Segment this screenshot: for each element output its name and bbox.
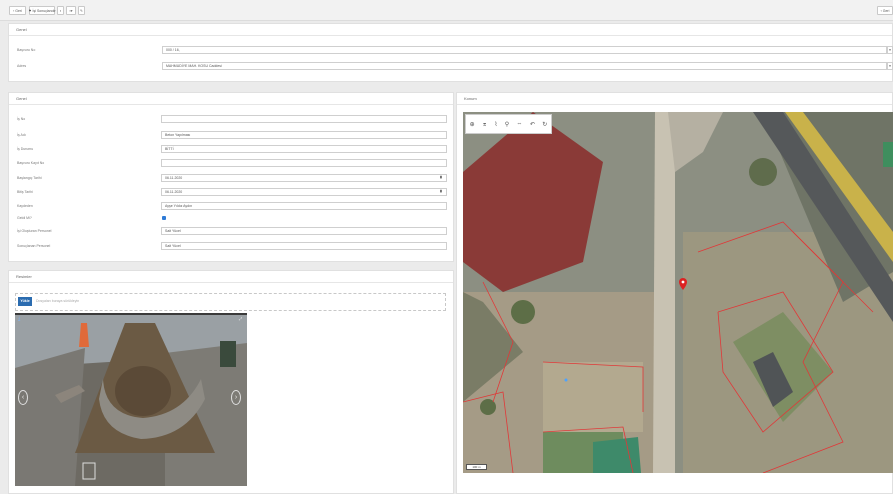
application-no-field[interactable]: 000 / 16, xyxy=(162,46,887,54)
fullscreen-icon[interactable]: ⤢ xyxy=(239,316,242,321)
calendar-icon[interactable]: ▮ xyxy=(440,175,442,179)
measure-icon[interactable]: ⌆ xyxy=(482,121,487,128)
ruler-icon[interactable]: ⇔ xyxy=(517,121,523,127)
created-by-select[interactable]: Ayşe Yıldız Aydın xyxy=(161,202,447,210)
layers-icon[interactable]: ⊕ xyxy=(470,121,475,128)
created-by-label: Kaydeden xyxy=(17,204,33,208)
print-icon: ▪▾ xyxy=(69,8,73,13)
creator-staff-field[interactable]: Sait Yücel xyxy=(161,227,447,235)
edit-button[interactable]: ✎ xyxy=(78,6,85,15)
back-button[interactable]: ‹ Geri xyxy=(9,6,26,15)
save-button[interactable]: ▪ xyxy=(57,6,64,15)
pin-icon[interactable]: ⚲ xyxy=(505,121,509,128)
flag-icon: ⚑ xyxy=(28,8,32,13)
end-date-field[interactable]: 06.11.2020 xyxy=(161,188,447,196)
download-icon[interactable]: ⤓ xyxy=(18,316,20,322)
pencil-icon: ✎ xyxy=(80,8,83,13)
map-view[interactable] xyxy=(463,112,893,473)
closing-staff-label: Sonuçlanan Personel xyxy=(17,244,51,248)
satellite-map xyxy=(463,112,893,473)
start-date-label: Başlangıç Tarihi xyxy=(17,176,42,180)
upload-button[interactable]: Yükle xyxy=(18,297,32,306)
calendar-icon[interactable]: ▮ xyxy=(440,189,442,193)
job-name-label: İş Adı xyxy=(17,133,26,137)
closing-staff-field[interactable]: Sait Yücel xyxy=(161,242,447,250)
undo-icon[interactable]: ↶ xyxy=(530,121,535,128)
print-button[interactable]: ▪▾ xyxy=(66,6,76,15)
status-button[interactable]: ⚑ İşi Sonuçlandır xyxy=(28,6,56,15)
application-no-label: Başvuru No xyxy=(17,48,36,52)
refresh-icon[interactable]: ↻ xyxy=(542,121,547,128)
address-dropdown[interactable]: ▾ xyxy=(887,62,893,70)
job-status-select[interactable]: BİTTİ xyxy=(161,145,447,153)
job-no-label: İş No xyxy=(17,117,26,121)
panel-title: Resimler xyxy=(9,271,453,283)
save-icon: ▪ xyxy=(59,8,62,13)
arrived-checkbox[interactable] xyxy=(162,216,166,220)
panel-title: Genel xyxy=(9,24,892,36)
photo-gallery: ‹ › ⤓ ⤢ xyxy=(15,313,247,486)
end-date-label: Bitiş Tarihi xyxy=(17,190,33,194)
upload-hint: Dosyaları buraya sürükleyin xyxy=(36,299,80,303)
next-arrow-icon[interactable]: › xyxy=(231,390,241,405)
address-field[interactable]: MAHMUDİYE MAH. KOSU Caddesi xyxy=(162,62,887,70)
back-arrow-icon: ‹ xyxy=(13,8,15,13)
map-toolbar: ⊕ ⌆ ⌇ ⚲ ⇔ ↶ ↻ xyxy=(465,114,552,134)
prev-arrow-icon[interactable]: ‹ xyxy=(18,390,28,405)
job-name-field[interactable]: Beton Yapılması xyxy=(161,131,447,139)
upload-dropzone[interactable]: Yükle Dosyaları buraya sürükleyin xyxy=(15,293,446,311)
address-label: Adres xyxy=(17,64,27,68)
job-status-label: İş Durumu xyxy=(17,147,34,151)
record-no-label: Başvuru Kayıt No xyxy=(17,161,45,165)
site-photo xyxy=(15,313,247,486)
panel-title: Genel xyxy=(9,93,453,105)
application-no-dropdown[interactable]: ▾ xyxy=(887,46,893,54)
record-no-select[interactable] xyxy=(161,159,447,167)
panel-title: Konum xyxy=(457,93,892,105)
area-icon[interactable]: ⌇ xyxy=(494,121,497,128)
back-arrow-icon: ‹ xyxy=(880,8,882,13)
creator-staff-label: İşi Oluşturan Personel xyxy=(17,229,52,233)
back-button-right[interactable]: ‹ Geri xyxy=(877,6,893,15)
arrived-label: Geldi Mi? xyxy=(17,216,32,220)
toolbar: ‹ Geri ⚑ İşi Sonuçlandır ▪ ▪▾ ✎ ‹ Geri xyxy=(0,0,893,21)
start-date-field[interactable]: 06.11.2020 xyxy=(161,174,447,182)
job-no-field[interactable] xyxy=(161,115,447,123)
map-scale: 100 m xyxy=(466,464,487,470)
